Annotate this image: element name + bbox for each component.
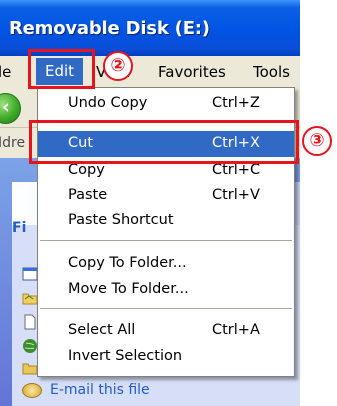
email-this-file-link[interactable]: E-mail this file xyxy=(22,382,150,398)
menu-separator xyxy=(40,308,292,309)
back-arrow-icon[interactable]: ‹ xyxy=(0,93,21,124)
menu-item-paste-shortcut[interactable]: Paste Shortcut xyxy=(38,208,294,234)
menu-item-move-to-folder[interactable]: Move To Folder... xyxy=(38,277,294,303)
menu-item-label: Paste Shortcut xyxy=(68,212,174,228)
file-icon xyxy=(24,314,36,330)
menu-item-select-all[interactable]: Select All Ctrl+A xyxy=(38,318,294,344)
menu-item-label: Paste xyxy=(68,187,108,203)
step-2-badge: ② xyxy=(103,51,133,81)
menu-item-label: Copy xyxy=(68,162,105,178)
task-box-title[interactable]: Fi xyxy=(12,220,26,236)
menu-tools[interactable]: Tools xyxy=(253,63,290,81)
menu-item-shortcut: Ctrl+C xyxy=(212,162,261,178)
menu-item-undo-copy[interactable]: Undo Copy Ctrl+Z xyxy=(38,91,294,117)
window-icon xyxy=(22,267,38,281)
menu-item-label: Copy To Folder... xyxy=(68,255,187,271)
menu-favorites[interactable]: Favorites xyxy=(158,63,226,81)
folder-icon xyxy=(22,293,38,305)
menu-item-label: Select All xyxy=(68,322,136,338)
menu-item-shortcut: Ctrl+Z xyxy=(212,95,260,111)
menu-item-label: Undo Copy xyxy=(68,95,148,111)
mail-icon xyxy=(22,382,42,398)
highlight-box-cut xyxy=(29,120,299,164)
step-3-badge: ③ xyxy=(302,126,332,156)
menu-item-copy-to-folder[interactable]: Copy To Folder... xyxy=(38,251,294,277)
menu-item-shortcut: Ctrl+V xyxy=(212,187,260,203)
menu-item-label: Invert Selection xyxy=(68,348,183,364)
address-label: Idre xyxy=(0,135,26,151)
highlight-box-edit xyxy=(28,49,95,89)
menu-separator xyxy=(40,240,292,241)
folder-icon xyxy=(22,363,38,375)
menu-item-shortcut: Ctrl+A xyxy=(212,322,260,338)
menu-item-label: Move To Folder... xyxy=(68,281,189,297)
menu-file[interactable]: le xyxy=(0,63,11,81)
email-link-label: E-mail this file xyxy=(50,382,150,398)
menu-item-invert-selection[interactable]: Invert Selection xyxy=(38,344,294,370)
title-bar[interactable]: Removable Disk (E:) xyxy=(0,0,300,56)
menu-item-paste[interactable]: Paste Ctrl+V xyxy=(38,183,294,209)
window-title: Removable Disk (E:) xyxy=(9,18,210,39)
globe-icon xyxy=(23,339,37,353)
